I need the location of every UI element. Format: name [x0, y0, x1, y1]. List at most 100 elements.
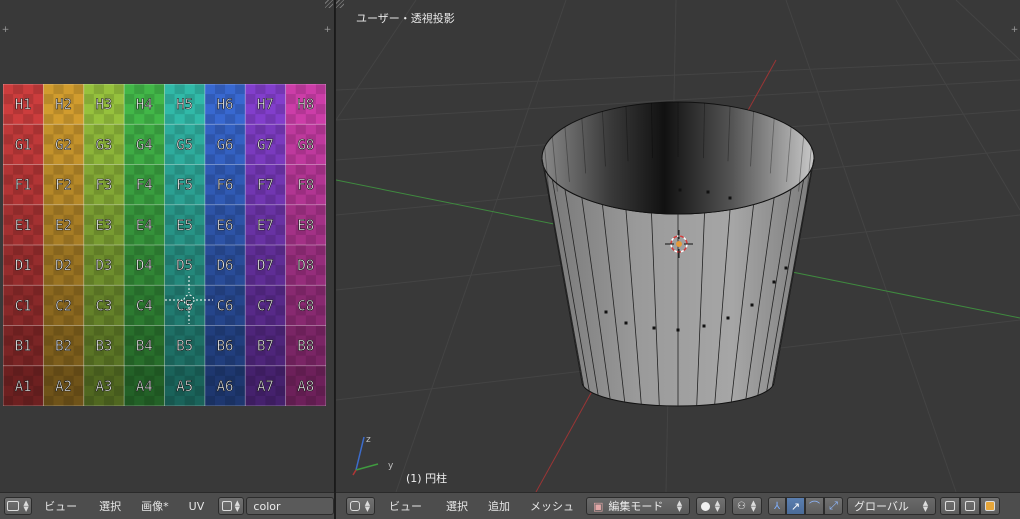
uv-grid-cell-label: G1	[15, 137, 32, 153]
uv-grid-cell-label: A8	[297, 379, 314, 395]
mesh-vertex	[702, 324, 706, 328]
menu-view[interactable]: ビュー	[44, 498, 77, 514]
transform-orientation-selector[interactable]: グローバル ▲ ▼	[847, 497, 936, 515]
menu-view[interactable]: ビュー	[389, 498, 422, 514]
mesh-vertex	[706, 190, 710, 194]
uv-grid-cell: F5	[164, 164, 206, 206]
mesh-vertex	[750, 303, 754, 307]
uv-grid-cell-label: F8	[297, 178, 314, 194]
uv-grid-cell-label: E6	[217, 218, 234, 234]
uv-grid-cell: C7	[245, 285, 287, 326]
viewport-header: ▲ ▼ ビュー 選択 追加 メッシュ ▣ 編集モード ▲ ▼ ▲ ▼ ⚇ ▲ ▼ ⅄ ↗…	[336, 492, 1020, 519]
uv-image-editor[interactable]: + + H1 H2 H3 H4 H5 H6 H7 H8 G1 G2 G3 G4 G5 G6 G7 G8 F1 F2…	[0, 0, 335, 492]
translate-manipulator-button[interactable]: ↗	[786, 497, 805, 515]
uv-grid-cell-label: A5	[176, 379, 193, 395]
menu-mesh[interactable]: メッシュ	[530, 498, 574, 514]
uv-grid-cell-label: H4	[136, 97, 153, 113]
pivot-point-selector[interactable]: ⚇ ▲ ▼	[732, 497, 762, 515]
menu-add[interactable]: 追加	[488, 498, 510, 514]
vertex-select-icon	[945, 501, 955, 511]
uv-grid-cell-label: F4	[136, 178, 153, 194]
area-corner-hatch-icon[interactable]	[325, 0, 333, 8]
uv-grid-cell: H6	[204, 84, 246, 125]
uv-grid-cell: A3	[83, 365, 125, 406]
face-select-icon	[985, 501, 995, 511]
uv-grid-cell: B5	[164, 325, 206, 367]
uv-grid-cell: D6	[204, 245, 246, 286]
uv-grid-cell-label: B1	[15, 339, 32, 355]
uv-grid-cell: H1	[3, 84, 44, 125]
uv-grid-cell: C6	[204, 285, 246, 326]
updown-arrows-icon: ▲ ▼	[676, 499, 683, 513]
image-name-field[interactable]: color	[246, 497, 334, 515]
uv-test-grid-image[interactable]: H1 H2 H3 H4 H5 H6 H7 H8 G1 G2 G3 G4 G5 G6 G7 G8 F1 F2 F3 F4…	[3, 84, 326, 406]
uv-grid-cell-label: F7	[257, 178, 274, 194]
rotate-manipulator-button[interactable]: ⌒	[805, 497, 824, 515]
editor-type-button[interactable]: ▲ ▼	[346, 497, 375, 515]
uv-grid-cell-label: E7	[257, 218, 274, 234]
solid-shading-icon	[701, 501, 710, 511]
image-browse-button[interactable]: ▲ ▼	[218, 497, 245, 515]
menu-select[interactable]: 選択	[99, 498, 121, 514]
uv-grid-cell: E2	[43, 204, 85, 246]
mode-selector[interactable]: ▣ 編集モード ▲ ▼	[586, 497, 690, 515]
uv-grid-cell-label: H7	[257, 97, 274, 113]
manipulator-toggle-button[interactable]: ⅄	[768, 497, 786, 515]
uv-grid-cell: D7	[245, 245, 287, 286]
uv-grid-cell: E4	[124, 204, 165, 246]
area-split-plus-icon[interactable]: +	[1010, 26, 1019, 35]
uv-grid-cell-label: D5	[176, 258, 193, 274]
area-split-plus-icon[interactable]: +	[323, 26, 332, 35]
edge-select-mode-button[interactable]	[960, 497, 980, 515]
uv-grid-cell-label: G3	[96, 137, 113, 153]
mode-label: 編集モード	[608, 500, 664, 513]
uv-grid-cell-label: F3	[96, 178, 113, 194]
menu-uv[interactable]: UV	[189, 500, 205, 513]
area-split-plus-icon[interactable]: +	[1, 26, 10, 35]
uv-grid-cell-label: F5	[176, 178, 193, 194]
mesh-vertex	[772, 280, 776, 284]
uv-grid-cell-label: E1	[15, 218, 32, 234]
uv-grid-svg: H1 H2 H3 H4 H5 H6 H7 H8 G1 G2 G3 G4 G5 G6 G7 G8 F1 F2 F3 F4…	[3, 84, 326, 406]
uv-grid-cell-label: A4	[136, 379, 153, 395]
area-corner-hatch-icon[interactable]	[336, 0, 344, 8]
uv-grid-cell-label: C4	[136, 298, 153, 314]
uv-grid-cell-label: F2	[55, 178, 72, 194]
uv-grid-cell-label: B7	[257, 339, 274, 355]
vertex-select-mode-button[interactable]	[940, 497, 960, 515]
cylinder-mesh	[541, 101, 815, 407]
uv-editor-header: ▲ ▼ ビュー 選択 画像* UV ▲ ▼ color	[0, 492, 334, 519]
uv-grid-cell-label: A1	[15, 379, 32, 395]
uv-grid-cell: G6	[204, 124, 246, 165]
axis-gizmo-icon: z y	[352, 435, 394, 476]
uv-grid-cell: G7	[245, 124, 287, 165]
mesh-vertex	[728, 196, 732, 200]
viewport-canvas[interactable]: z y	[336, 0, 1020, 492]
uv-grid-cell: H4	[124, 84, 165, 125]
3d-viewport[interactable]: z y ユーザー・透視投影 (1) 円柱 + +	[336, 0, 1020, 492]
uv-grid-cell-label: A2	[55, 379, 72, 395]
uv-grid-cell: G4	[124, 124, 165, 165]
uv-grid-cell: E6	[204, 204, 246, 246]
active-object-label: (1) 円柱	[406, 472, 448, 485]
uv-grid-cell-label: E5	[176, 218, 193, 234]
uv-grid-cell-label: H5	[176, 97, 193, 113]
uv-grid-cell-label: D2	[55, 258, 72, 274]
face-select-mode-button[interactable]	[980, 497, 1000, 515]
uv-grid-cell: E1	[3, 204, 44, 246]
updown-arrows-icon: ▲ ▼	[364, 499, 371, 513]
uv-grid-cell: B1	[3, 325, 44, 367]
shading-selector[interactable]: ▲ ▼	[696, 497, 726, 515]
menu-select[interactable]: 選択	[446, 498, 468, 514]
scale-manipulator-button[interactable]: ⤢	[824, 497, 843, 515]
menu-image[interactable]: 画像*	[141, 498, 169, 514]
axis-label-z: z	[366, 435, 371, 445]
uv-grid-cell-label: C2	[55, 298, 72, 314]
editor-type-button[interactable]: ▲ ▼	[4, 497, 33, 515]
uv-grid-cell-label: C7	[257, 298, 274, 314]
uv-grid-cell: C8	[285, 285, 326, 326]
uv-grid-cell: H7	[245, 84, 287, 125]
uv-grid-cell-label: E8	[297, 218, 314, 234]
manipulator-icon: ⅄	[773, 500, 781, 512]
uv-grid-cell-label: C6	[217, 298, 234, 314]
